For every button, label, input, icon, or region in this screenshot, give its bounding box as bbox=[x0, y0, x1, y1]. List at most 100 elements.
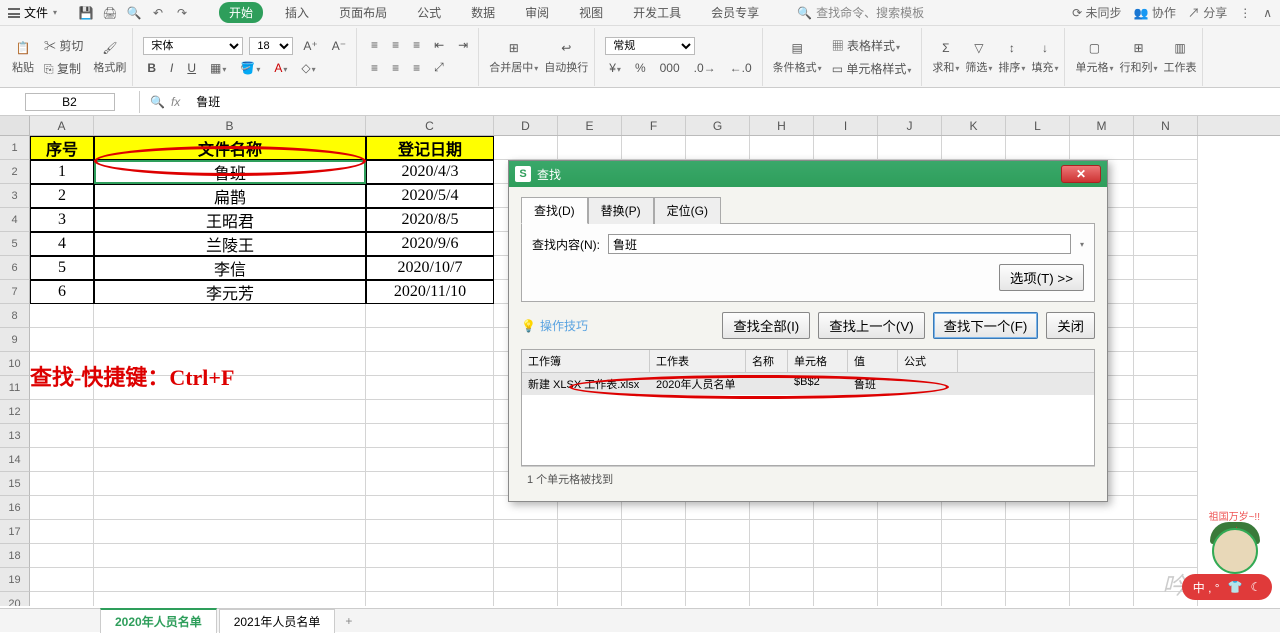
border-button[interactable]: ▦▾ bbox=[206, 59, 230, 77]
cond-format-button[interactable]: ▤条件格式▾ bbox=[773, 39, 822, 75]
close-button[interactable]: ✕ bbox=[1061, 165, 1101, 183]
col-name[interactable]: 名称 bbox=[746, 350, 788, 372]
select-all-corner[interactable] bbox=[0, 116, 30, 135]
mascot[interactable]: 祖国万岁~!! ★ 中 , ° 👕 ☾ bbox=[1194, 514, 1272, 604]
merge-button[interactable]: ⊞合并居中▾ bbox=[489, 39, 538, 75]
close-dialog-button[interactable]: 关闭 bbox=[1046, 312, 1095, 339]
cell-style-button[interactable]: ▭ 单元格样式▾ bbox=[828, 58, 916, 79]
col-workbook[interactable]: 工作簿 bbox=[522, 350, 650, 372]
increase-font-button[interactable]: A⁺ bbox=[299, 37, 321, 55]
paste-button[interactable]: 📋粘贴 bbox=[12, 39, 34, 75]
filter-button[interactable]: ▽筛选▾ bbox=[965, 39, 992, 75]
orientation-button[interactable]: ⤢ bbox=[430, 58, 448, 77]
col-L[interactable]: L bbox=[1006, 116, 1070, 135]
col-B[interactable]: B bbox=[94, 116, 366, 135]
number-format-select[interactable]: 常规 bbox=[605, 37, 695, 55]
file-menu[interactable]: 文件 ▾ bbox=[8, 4, 57, 21]
col-D[interactable]: D bbox=[494, 116, 558, 135]
align-right-button[interactable]: ≡ bbox=[409, 59, 424, 77]
fill-color-button[interactable]: 🪣▾ bbox=[236, 59, 264, 77]
cell-C1[interactable]: 登记日期 bbox=[366, 136, 494, 160]
print-icon[interactable]: 🖨 bbox=[103, 6, 117, 20]
name-box[interactable] bbox=[25, 93, 115, 111]
tab-insert[interactable]: 插入 bbox=[277, 0, 317, 25]
command-search[interactable]: 🔍 查找命令、搜索模板 bbox=[797, 4, 924, 21]
sheet-tab-2021[interactable]: 2021年人员名单 bbox=[219, 609, 336, 633]
add-sheet-button[interactable]: + bbox=[337, 612, 360, 630]
cut-button[interactable]: ✂ 剪切 bbox=[40, 35, 87, 56]
col-cell[interactable]: 单元格 bbox=[788, 350, 848, 372]
inc-decimal-button[interactable]: .0→ bbox=[690, 59, 720, 77]
result-row[interactable]: 新建 XLSX 工作表.xlsx 2020年人员名单 $B$2 鲁班 bbox=[522, 373, 1094, 395]
col-A[interactable]: A bbox=[30, 116, 94, 135]
more-icon[interactable]: ⋮ bbox=[1239, 6, 1251, 20]
align-bot-button[interactable]: ≡ bbox=[409, 36, 424, 54]
col-E[interactable]: E bbox=[558, 116, 622, 135]
percent-button[interactable]: % bbox=[631, 59, 650, 77]
tab-page-layout[interactable]: 页面布局 bbox=[331, 0, 395, 25]
find-all-button[interactable]: 查找全部(I) bbox=[722, 312, 810, 339]
decrease-font-button[interactable]: A⁻ bbox=[328, 37, 350, 55]
align-mid-button[interactable]: ≡ bbox=[388, 36, 403, 54]
col-G[interactable]: G bbox=[686, 116, 750, 135]
cell-A2[interactable]: 1 bbox=[30, 160, 94, 184]
undo-icon[interactable]: ↶ bbox=[151, 6, 165, 20]
tab-formula[interactable]: 公式 bbox=[409, 0, 449, 25]
row-header[interactable]: 1 bbox=[0, 136, 30, 160]
col-I[interactable]: I bbox=[814, 116, 878, 135]
sync-status[interactable]: ⟳ 未同步 bbox=[1072, 4, 1121, 21]
rowcol-button[interactable]: ⊞行和列▾ bbox=[1119, 39, 1157, 75]
tab-start[interactable]: 开始 bbox=[219, 2, 263, 23]
col-H[interactable]: H bbox=[750, 116, 814, 135]
cell-C2[interactable]: 2020/4/3 bbox=[366, 160, 494, 184]
align-left-button[interactable]: ≡ bbox=[367, 59, 382, 77]
indent-dec-button[interactable]: ⇤ bbox=[430, 36, 448, 54]
save-icon[interactable]: 💾 bbox=[79, 6, 93, 20]
col-value[interactable]: 值 bbox=[848, 350, 898, 372]
currency-button[interactable]: ¥▾ bbox=[605, 59, 625, 77]
indent-inc-button[interactable]: ⇥ bbox=[454, 36, 472, 54]
share-button[interactable]: ↗ 分享 bbox=[1188, 4, 1227, 21]
cell-A1[interactable]: 序号 bbox=[30, 136, 94, 160]
options-button[interactable]: 选项(T) >> bbox=[999, 264, 1084, 291]
format-painter-button[interactable]: 🖌格式刷 bbox=[93, 39, 126, 75]
dropdown-icon[interactable]: ▾ bbox=[1080, 240, 1084, 249]
font-color-button[interactable]: A▾ bbox=[270, 59, 291, 77]
col-worksheet[interactable]: 工作表 bbox=[650, 350, 746, 372]
col-J[interactable]: J bbox=[878, 116, 942, 135]
wrap-button[interactable]: ↩自动换行 bbox=[544, 39, 588, 75]
col-F[interactable]: F bbox=[622, 116, 686, 135]
redo-icon[interactable]: ↷ bbox=[175, 6, 189, 20]
cell-B2[interactable]: 鲁班 bbox=[94, 160, 366, 184]
copy-button[interactable]: ⎘ 复制 bbox=[40, 58, 87, 79]
dialog-titlebar[interactable]: S 查找 ✕ bbox=[509, 161, 1107, 187]
align-center-button[interactable]: ≡ bbox=[388, 59, 403, 77]
sort-button[interactable]: ↕排序▾ bbox=[998, 39, 1025, 75]
font-size-select[interactable]: 18 bbox=[249, 37, 293, 55]
tab-member[interactable]: 会员专享 bbox=[703, 0, 767, 25]
preview-icon[interactable]: 🔍 bbox=[127, 6, 141, 20]
formula-value[interactable]: 鲁班 bbox=[190, 93, 1280, 110]
tab-review[interactable]: 审阅 bbox=[517, 0, 557, 25]
comma-button[interactable]: 000 bbox=[656, 59, 684, 77]
tab-find[interactable]: 查找(D) bbox=[521, 197, 588, 224]
dec-decimal-button[interactable]: ←.0 bbox=[726, 59, 756, 77]
tab-view[interactable]: 视图 bbox=[571, 0, 611, 25]
col-K[interactable]: K bbox=[942, 116, 1006, 135]
expand-icon[interactable]: ∧ bbox=[1263, 6, 1272, 20]
tab-dev[interactable]: 开发工具 bbox=[625, 0, 689, 25]
fx-label[interactable]: fx bbox=[171, 95, 180, 109]
fill-button[interactable]: ↓填充▾ bbox=[1031, 39, 1058, 75]
table-style-button[interactable]: ▦ 表格样式▾ bbox=[828, 35, 916, 56]
tips-link[interactable]: 💡操作技巧 bbox=[521, 317, 588, 334]
col-M[interactable]: M bbox=[1070, 116, 1134, 135]
find-prev-button[interactable]: 查找上一个(V) bbox=[818, 312, 924, 339]
sheet-tab-2020[interactable]: 2020年人员名单 bbox=[100, 608, 217, 633]
tab-replace[interactable]: 替换(P) bbox=[588, 197, 654, 224]
font-name-select[interactable]: 宋体 bbox=[143, 37, 243, 55]
col-C[interactable]: C bbox=[366, 116, 494, 135]
collab-button[interactable]: 👥 协作 bbox=[1134, 4, 1176, 21]
col-formula[interactable]: 公式 bbox=[898, 350, 958, 372]
search-fx-icon[interactable]: 🔍 bbox=[150, 95, 165, 109]
cell-button[interactable]: ▢单元格▾ bbox=[1075, 39, 1113, 75]
